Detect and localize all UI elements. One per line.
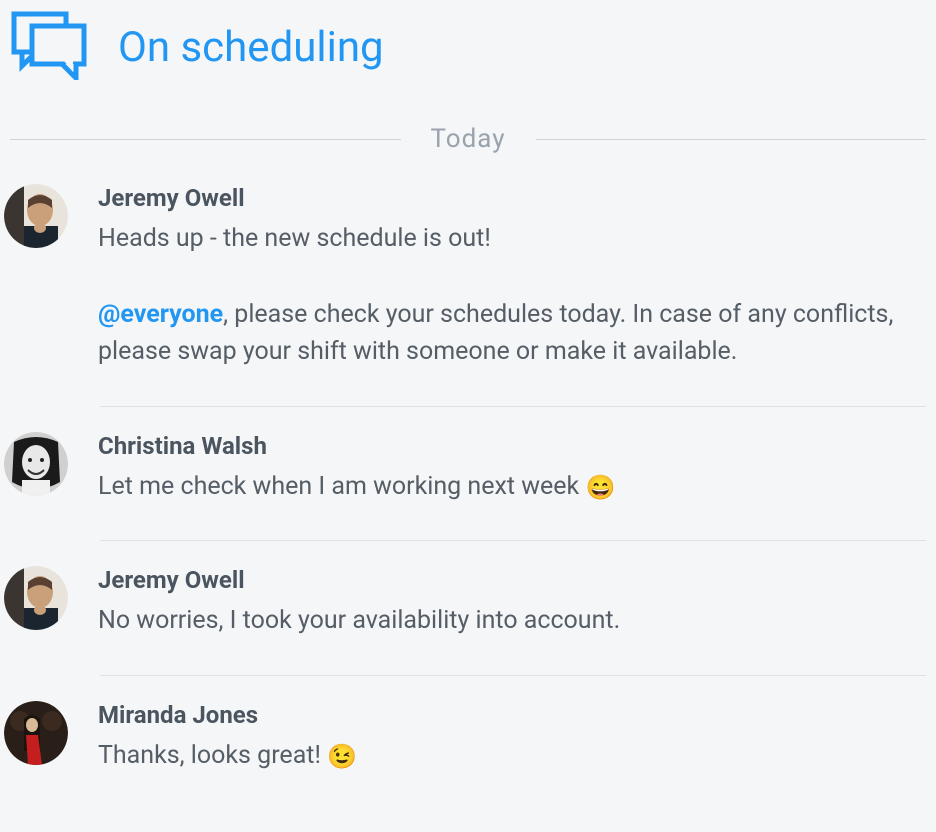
- divider-line: [10, 139, 401, 140]
- avatar[interactable]: [4, 566, 68, 630]
- date-divider: Today: [10, 124, 926, 154]
- message-text-span: No worries, I took your availability int…: [98, 606, 620, 635]
- divider-line: [536, 139, 927, 140]
- emoji-icon: 😉: [327, 742, 357, 770]
- channel-header: On scheduling: [10, 0, 926, 104]
- message-text: Thanks, looks great! 😉: [98, 737, 916, 775]
- message-text: No worries, I took your availability int…: [98, 602, 916, 640]
- message-text-span: Heads up - the new schedule is out!: [98, 224, 491, 253]
- avatar[interactable]: [4, 184, 68, 248]
- message-separator: [100, 675, 926, 676]
- message-author[interactable]: Jeremy Owell: [98, 184, 916, 212]
- message-text-span: Thanks, looks great!: [98, 741, 327, 770]
- message: Jeremy Owell Heads up - the new schedule …: [10, 184, 926, 391]
- avatar[interactable]: [4, 701, 68, 765]
- message-text-span: Let me check when I am working next week: [98, 472, 585, 501]
- message-separator: [100, 406, 926, 407]
- message: Jeremy Owell No worries, I took your avai…: [10, 566, 926, 660]
- message-text: Let me check when I am working next week…: [98, 468, 916, 506]
- message: Miranda Jones Thanks, looks great! 😉: [10, 701, 926, 795]
- message-separator: [100, 540, 926, 541]
- channel-title: On scheduling: [118, 23, 384, 72]
- message-author[interactable]: Miranda Jones: [98, 701, 916, 729]
- message-author[interactable]: Jeremy Owell: [98, 566, 916, 594]
- message: Christina Walsh Let me check when I am wo…: [10, 432, 926, 526]
- date-label: Today: [401, 124, 536, 154]
- message-author[interactable]: Christina Walsh: [98, 432, 916, 460]
- message-text: Heads up - the new schedule is out! @ever…: [98, 220, 916, 371]
- chat-icon: [10, 10, 88, 84]
- emoji-icon: 😄: [585, 473, 615, 501]
- mention[interactable]: @everyone: [98, 300, 223, 329]
- avatar[interactable]: [4, 432, 68, 496]
